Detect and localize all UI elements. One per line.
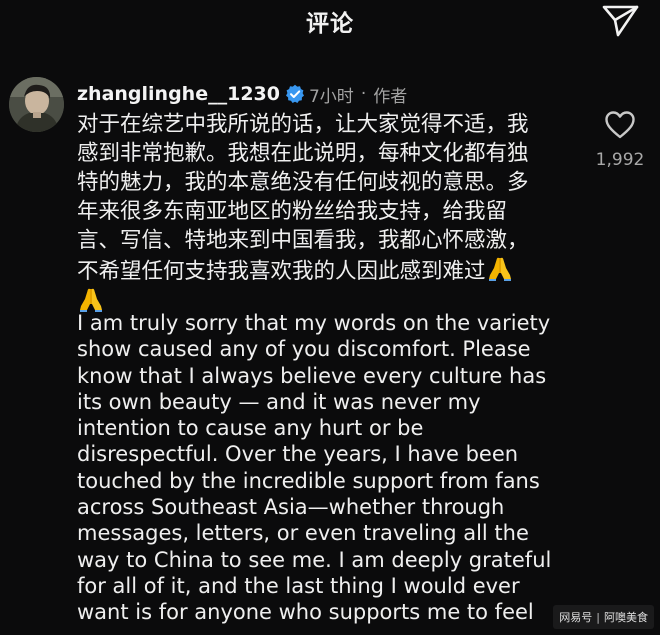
avatar[interactable]: [9, 77, 64, 132]
comment-line: its own beauty — and it was never my: [77, 389, 481, 414]
comment-line: show caused any of you discomfort. Pleas…: [77, 337, 531, 362]
comment-line: 感到非常抱歉。我想在此说明，每种文化都有独: [77, 141, 529, 166]
watermark-source: 网易号: [559, 611, 593, 624]
page-title: 评论: [306, 11, 354, 37]
comment-line: intention to cause any hurt or be: [77, 416, 424, 441]
timestamp: 7小时: [308, 86, 354, 107]
comment-line: 对于在综艺中我所说的话，让大家觉得不适，我: [77, 112, 529, 137]
watermark: 网易号 | 阿噢美食: [553, 605, 654, 629]
comment-line: 特的魅力，我的本意绝没有任何歧视的意思。多: [77, 170, 529, 195]
comment-line: know that I always believe every culture…: [77, 363, 547, 388]
username-link[interactable]: zhanglinghe__1230: [77, 83, 280, 105]
comment-meta: zhanglinghe__1230 7小时 · 作者: [77, 79, 407, 109]
separator-dot: ·: [360, 84, 367, 104]
folded-hands-emoji: [77, 286, 105, 312]
verified-badge-icon: [285, 84, 305, 104]
watermark-separator: |: [596, 610, 600, 624]
like-count: 1,992: [595, 150, 645, 170]
author-tag: 作者: [373, 86, 408, 107]
header-bar: 评论: [0, 0, 660, 46]
comment-text-english: I am truly sorry that my words on the va…: [77, 310, 597, 626]
folded-hands-emoji: [486, 255, 514, 281]
comment-line: for all of it, and the last thing I woul…: [77, 573, 520, 598]
comment-line: 不希望任何支持我喜欢我的人因此感到难过: [77, 259, 486, 284]
comment-line: messages, letters, or even traveling all…: [77, 521, 529, 546]
comment-line: 言、写信、特地来到中国看我，我都心怀感激，: [77, 228, 529, 253]
comment-line-with-emoji: 不希望任何支持我喜欢我的人因此感到难过: [77, 255, 587, 286]
comment-line: want is for anyone who supports me to fe…: [77, 600, 534, 625]
comment-line: I am truly sorry that my words on the va…: [77, 311, 551, 335]
comment-line: touched by the incredible support from f…: [77, 468, 540, 493]
comment-line: way to China to see me. I am deeply grat…: [77, 547, 552, 572]
heart-icon[interactable]: [604, 110, 636, 140]
comment-line: disrespectful. Over the years, I have be…: [77, 442, 519, 467]
comment-text-chinese: 对于在综艺中我所说的话，让大家觉得不适，我 感到非常抱歉。我想在此说明，每种文化…: [77, 110, 587, 317]
comment-line: across Southeast Asia—whether through: [77, 495, 505, 520]
watermark-author: 阿噢美食: [604, 611, 648, 624]
paper-plane-icon[interactable]: [600, 4, 640, 38]
comment-line: 年来很多东南亚地区的粉丝给我支持，给我留: [77, 199, 508, 224]
